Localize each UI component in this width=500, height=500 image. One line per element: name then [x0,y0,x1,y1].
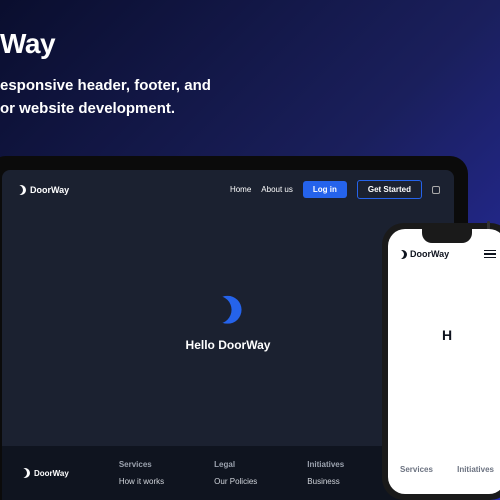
footer-title: Services [119,460,164,469]
laptop-brand[interactable]: DoorWay [16,185,69,195]
footer-title: Initiatives [307,460,344,469]
hero-title: Way [0,28,55,60]
footer-link[interactable]: How it works [119,477,164,486]
nav-about[interactable]: About us [261,185,293,194]
pfooter-title: Services [400,465,433,474]
moon-icon [20,468,30,478]
moon-icon [398,250,407,259]
moon-icon [16,185,26,195]
footer-link[interactable]: Business [307,477,344,486]
phone-footer-col1: Services [400,465,433,480]
phone-footer: Services Initiatives [388,451,500,494]
brand-text: DoorWay [30,185,69,195]
nav-home[interactable]: Home [230,185,251,194]
menu-icon[interactable] [484,250,496,259]
phone-footer-col2: Initiatives [457,465,494,480]
big-moon-icon [214,296,242,324]
login-button[interactable]: Log in [303,181,347,198]
get-started-button[interactable]: Get Started [357,180,422,199]
hero-subtitle: esponsive header, footer, and or website… [0,75,211,120]
footer-title: Legal [214,460,257,469]
hero-sub-line1: esponsive header, footer, and [0,75,211,98]
laptop-center: Hello DoorWay [186,296,271,352]
hero-sub-line2: or website development. [0,98,211,121]
phone-mockup: DoorWay H Services Initiatives [382,223,500,500]
footer-col-legal: Legal Our Policies [214,460,257,486]
laptop-nav: Home About us Log in Get Started [230,180,440,199]
phone-brand[interactable]: DoorWay [398,249,449,259]
hello-text: Hello DoorWay [186,338,271,352]
notification-icon[interactable] [432,186,440,194]
phone-body-text: H [388,267,500,343]
pfooter-title: Initiatives [457,465,494,474]
footer-col-services: Services How it works [119,460,164,486]
phone-brand-text: DoorWay [410,249,449,259]
laptop-header: DoorWay Home About us Log in Get Started [2,170,454,209]
footer-brand-text: DoorWay [34,469,69,478]
footer-col-initiatives: Initiatives Business [307,460,344,486]
phone-screen: DoorWay H Services Initiatives [388,229,500,494]
footer-link[interactable]: Our Policies [214,477,257,486]
phone-notch [422,229,472,243]
footer-brand[interactable]: DoorWay [20,460,69,486]
